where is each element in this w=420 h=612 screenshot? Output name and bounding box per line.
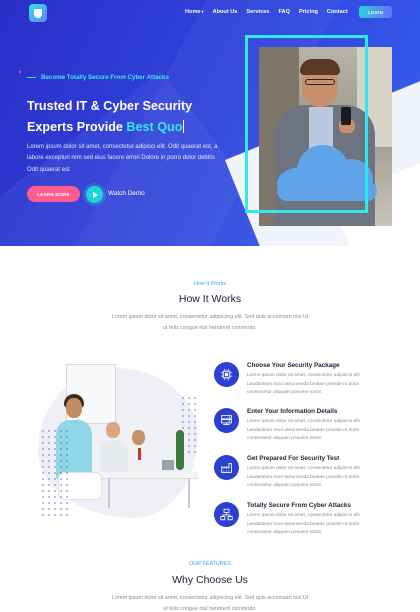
decor-dot [19, 71, 21, 73]
hero-tagline: Become Totally Secure From Cyber Attacks [41, 74, 169, 81]
step-title: Choose Your Security Package [247, 362, 340, 369]
chevron-down-icon: ▾ [201, 9, 204, 14]
decor-dot-grid [180, 395, 198, 455]
illustration-table-leg [188, 478, 190, 508]
step-item: Totally Secure From Cyber Attacks Lorem … [214, 502, 384, 546]
server-icon [214, 408, 239, 433]
factory-icon [214, 455, 239, 480]
logo[interactable] [29, 4, 47, 22]
step-item: Get Prepared For Security Test Lorem ips… [214, 455, 384, 499]
hero-paragraph: Lorem ipsum dolor sit amet, consectetur … [27, 144, 218, 173]
features-label: OUR FEATURES [189, 561, 231, 567]
nav-pricing[interactable]: Pricing [299, 9, 318, 15]
step-description: Lorem ipsum dolor sit amet, consectetur … [247, 373, 362, 396]
hero-title-prefix: Experts Provide [27, 120, 123, 134]
step-description: Lorem ipsum dolor sit amet, consectetur … [247, 513, 362, 536]
step-item: Choose Your Security Package Lorem ipsum… [214, 362, 384, 406]
nav-home-label: Home [185, 9, 201, 15]
step-title: Get Prepared For Security Test [247, 455, 340, 462]
step-description: Lorem ipsum dolor sit amet, consectetur … [247, 466, 362, 489]
tagline-divider [27, 77, 36, 78]
illustration-person-head [106, 422, 120, 438]
nav-services[interactable]: Services [246, 9, 269, 15]
illustration-laptop [162, 460, 174, 470]
main-nav: Home▾ About Us Services FAQ Pricing Cont… [185, 9, 348, 15]
step-item: Enter Your Information Details Lorem ips… [214, 408, 384, 452]
how-it-works-title: How It Works [178, 293, 242, 305]
hero-tagline-row: Become Totally Secure From Cyber Attacks [27, 74, 169, 81]
nav-about-us[interactable]: About Us [213, 9, 238, 15]
illustration-person-head [66, 398, 82, 418]
nav-contact[interactable]: Contact [327, 9, 348, 15]
shield-icon [34, 8, 42, 18]
hero-title-highlight: Best Quo [126, 120, 183, 134]
illustration-person [100, 440, 128, 476]
step-title: Enter Your Information Details [247, 408, 338, 415]
hero-title: Trusted IT & Cyber Security Experts Prov… [27, 96, 227, 138]
illustration-person-head [132, 430, 145, 445]
how-it-works-description: Lorem ipsum dolor sit amet, consectetur … [111, 314, 309, 331]
hero-title-line1: Trusted IT & Cyber Security [27, 99, 193, 113]
features-description: Lorem ipsum dolor sit amet, consectetur … [111, 595, 309, 612]
illustration-table [98, 472, 198, 478]
illustration-tie [138, 448, 141, 460]
play-icon [92, 191, 98, 198]
features-title: Why Choose Us [172, 574, 248, 586]
network-icon [214, 502, 239, 527]
cpu-icon [214, 362, 239, 387]
hero-title-line2: Experts Provide Best Quo [27, 117, 227, 138]
decor-dot-grid [40, 428, 70, 518]
step-description: Lorem ipsum dolor sit amet, consectetur … [247, 419, 362, 442]
photo-frame [245, 35, 368, 213]
nav-home[interactable]: Home▾ [185, 9, 204, 15]
watch-demo-link[interactable]: Watch Demo [108, 190, 145, 197]
illustration-table-leg [108, 478, 110, 508]
learn-more-button[interactable]: LEARN MORE [27, 186, 80, 202]
step-title: Totally Secure From Cyber Attacks [247, 502, 351, 509]
typing-cursor [183, 120, 185, 133]
play-video-button[interactable] [86, 186, 103, 203]
login-button[interactable]: LOGIN [359, 6, 392, 18]
nav-faq[interactable]: FAQ [278, 9, 290, 15]
how-it-works-label: How It Works [194, 281, 226, 287]
